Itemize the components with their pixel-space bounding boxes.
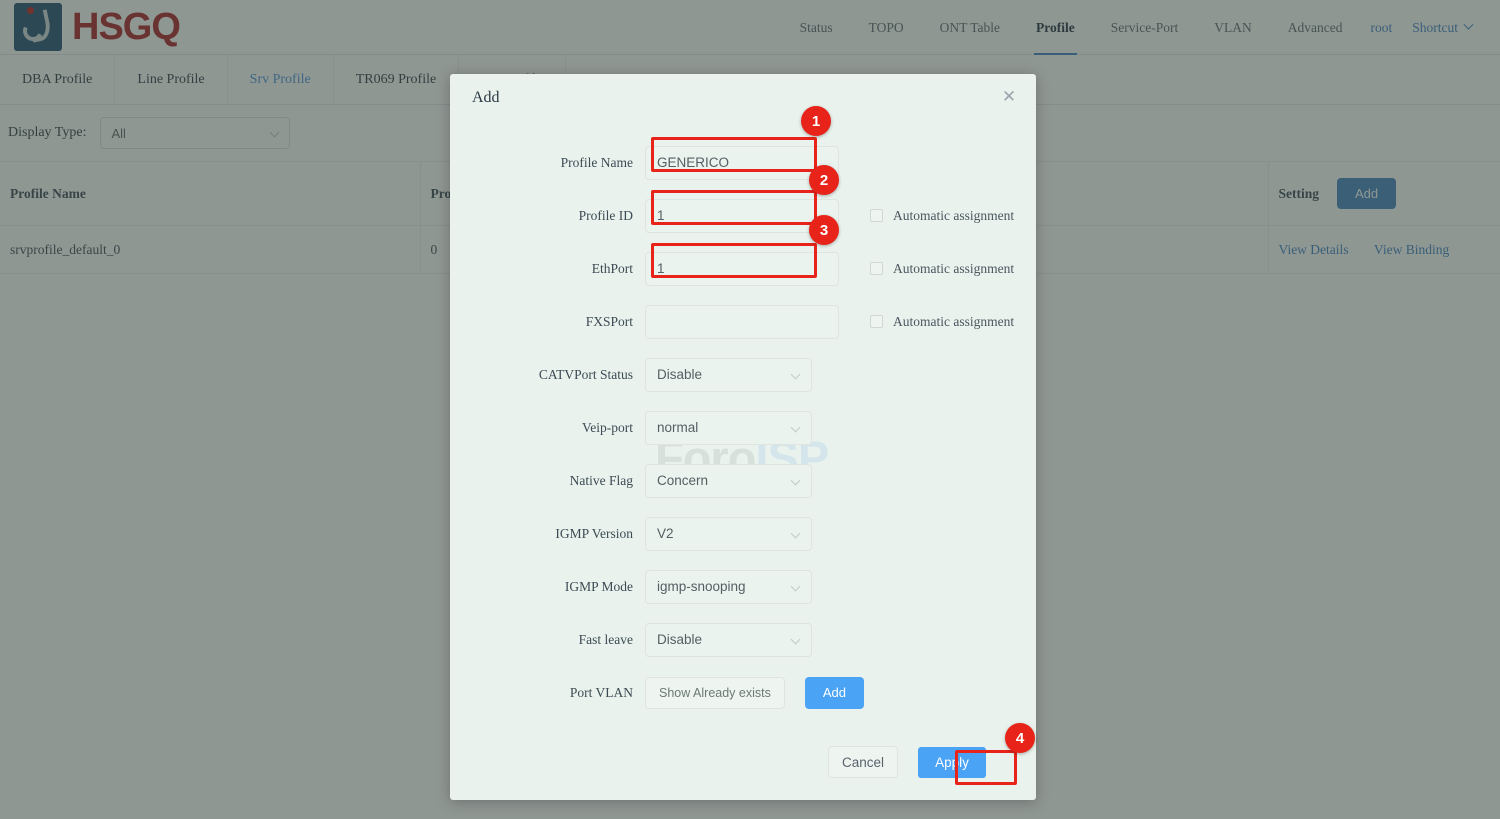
port-vlan-add-button[interactable]: Add (804, 676, 864, 709)
igmp-version-value: V2 (657, 526, 674, 541)
igmp-mode-label: IGMP Mode (564, 578, 633, 594)
veip-port-value: normal (657, 420, 699, 435)
veip-port-select[interactable]: normal (645, 410, 812, 445)
field-row-profile-id: Profile ID 1 Automatic assignment (450, 189, 1036, 242)
field-row-port-vlan: Port VLAN Show Already exists Add (450, 666, 1036, 719)
fast-leave-value: Disable (657, 632, 703, 647)
native-flag-label: Native Flag (569, 472, 633, 488)
annotation-badge-3: 3 (809, 215, 839, 245)
annotation-badge-2: 2 (809, 165, 839, 195)
native-flag-select[interactable]: Concern (645, 463, 812, 498)
cancel-button[interactable]: Cancel (828, 746, 898, 778)
fxsport-auto-assign[interactable]: Automatic assignment (870, 314, 1014, 330)
dialog-body: ForoISP Profile Name GENERICO Profile ID… (450, 122, 1036, 719)
ethport-label: EthPort (591, 260, 633, 276)
igmp-version-select[interactable]: V2 (645, 516, 812, 551)
profile-id-auto-label: Automatic assignment (893, 207, 1015, 223)
field-row-igmp-mode: IGMP Mode igmp-snooping (450, 560, 1036, 613)
igmp-mode-value: igmp-snooping (657, 579, 746, 594)
ethport-auto-assign[interactable]: Automatic assignment (870, 261, 1014, 277)
chevron-down-icon (790, 475, 801, 485)
profile-name-label: Profile Name (560, 154, 633, 170)
profile-id-label: Profile ID (578, 207, 633, 223)
field-row-profile-name: Profile Name GENERICO (450, 136, 1036, 189)
checkbox-icon[interactable] (870, 209, 883, 222)
dialog-title: Add (472, 89, 500, 106)
annotation-badge-4: 4 (1005, 723, 1035, 753)
chevron-down-icon (790, 528, 801, 538)
profile-id-auto-assign[interactable]: Automatic assignment (870, 208, 1014, 224)
show-already-exists-button[interactable]: Show Already exists (645, 676, 785, 709)
chevron-down-icon (790, 581, 801, 591)
field-row-catvport-status: CATVPort Status Disable (450, 348, 1036, 401)
field-row-native-flag: Native Flag Concern (450, 454, 1036, 507)
fxsport-label: FXSPort (585, 313, 633, 329)
ethport-input[interactable]: 1 (645, 251, 839, 286)
field-row-veip-port: Veip-port normal (450, 401, 1036, 454)
add-srv-profile-dialog: Add ✕ ForoISP Profile Name GENERICO Prof… (450, 74, 1036, 800)
field-row-ethport: EthPort 1 Automatic assignment (450, 242, 1036, 295)
apply-button[interactable]: Apply (918, 746, 986, 778)
chevron-down-icon (790, 422, 801, 432)
annotation-badge-1: 1 (801, 106, 831, 136)
igmp-version-label: IGMP Version (555, 525, 633, 541)
fast-leave-label: Fast leave (578, 631, 633, 647)
port-vlan-label: Port VLAN (569, 684, 633, 700)
dialog-header: Add ✕ (450, 74, 1036, 122)
catvport-status-label: CATVPort Status (538, 366, 633, 382)
checkbox-icon[interactable] (870, 315, 883, 328)
close-icon[interactable]: ✕ (1000, 88, 1018, 106)
igmp-mode-select[interactable]: igmp-snooping (645, 569, 812, 604)
field-row-fxsport: FXSPort Automatic assignment (450, 295, 1036, 348)
catvport-status-value: Disable (657, 367, 703, 382)
fxsport-input[interactable] (645, 304, 839, 339)
catvport-status-select[interactable]: Disable (645, 357, 812, 392)
checkbox-icon[interactable] (870, 262, 883, 275)
veip-port-label: Veip-port (582, 419, 633, 435)
fxsport-auto-label: Automatic assignment (893, 313, 1015, 329)
chevron-down-icon (790, 634, 801, 644)
field-row-fast-leave: Fast leave Disable (450, 613, 1036, 666)
fast-leave-select[interactable]: Disable (645, 622, 812, 657)
chevron-down-icon (790, 369, 801, 379)
field-row-igmp-version: IGMP Version V2 (450, 507, 1036, 560)
ethport-auto-label: Automatic assignment (893, 260, 1015, 276)
native-flag-value: Concern (657, 473, 709, 488)
dialog-footer: Cancel Apply (450, 746, 1036, 778)
